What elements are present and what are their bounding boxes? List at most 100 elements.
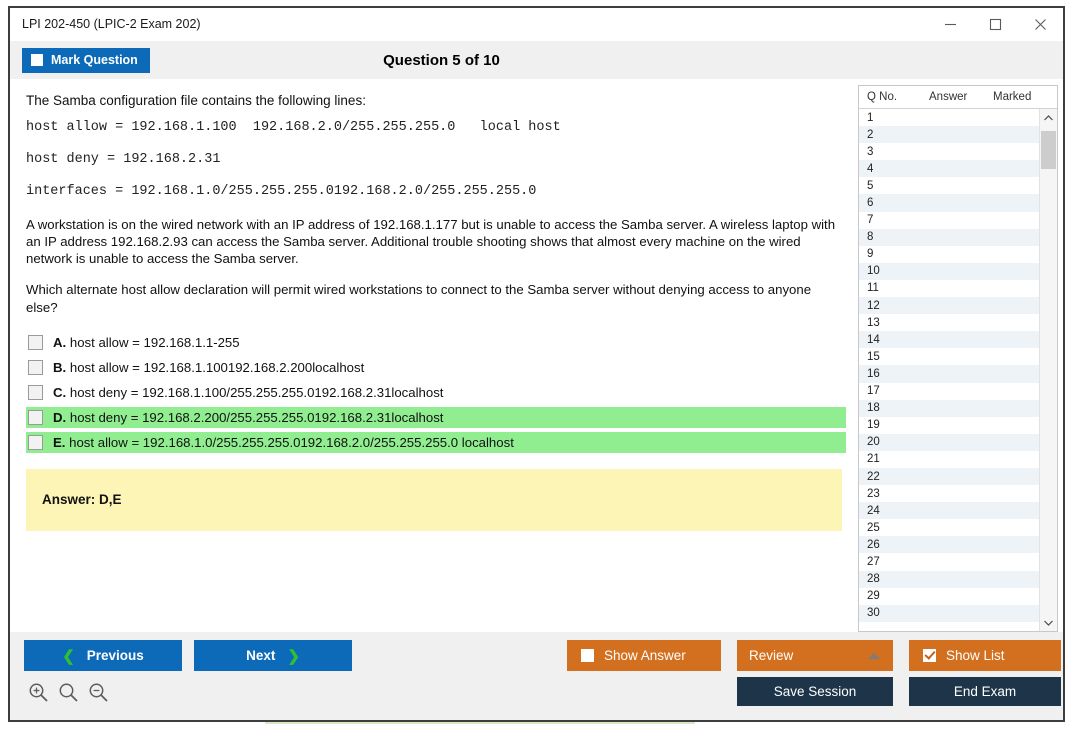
question-list-row[interactable]: 18 — [859, 400, 1039, 417]
question-list-row-number: 25 — [867, 522, 929, 534]
question-list-row[interactable]: 22 — [859, 468, 1039, 485]
mark-question-label: Mark Question — [51, 53, 138, 67]
answer-option-b[interactable]: B. host allow = 192.168.1.100192.168.2.2… — [26, 357, 846, 378]
mark-question-button[interactable]: Mark Question — [22, 48, 150, 73]
question-list-row-number: 22 — [867, 471, 929, 483]
question-list-row[interactable]: 19 — [859, 417, 1039, 434]
option-a-checkbox-icon[interactable] — [28, 335, 43, 350]
question-list-row[interactable]: 3 — [859, 143, 1039, 160]
question-list-row-number: 5 — [867, 180, 929, 192]
save-session-button[interactable]: Save Session — [737, 677, 893, 706]
question-list-row-number: 6 — [867, 197, 929, 209]
question-list-row[interactable]: 1 — [859, 109, 1039, 126]
next-button[interactable]: Next ❯ — [194, 640, 352, 671]
mark-question-checkbox-icon[interactable] — [31, 54, 43, 66]
show-list-label: Show List — [946, 648, 1005, 663]
review-dropdown[interactable]: Review — [737, 640, 893, 671]
footer-toolbar: ❮ Previous Next ❯ Show Answer Review Sho… — [10, 632, 1063, 720]
option-b-checkbox-icon[interactable] — [28, 360, 43, 375]
scroll-up-arrow-icon[interactable] — [1040, 109, 1057, 126]
option-d-body: host deny = 192.168.2.200/255.255.255.01… — [70, 410, 444, 425]
question-list-row-number: 8 — [867, 231, 929, 243]
column-header-answer: Answer — [929, 91, 993, 103]
question-progress-title: Question 5 of 10 — [0, 52, 1063, 69]
question-list-row[interactable]: 17 — [859, 383, 1039, 400]
option-c-text: C. host deny = 192.168.1.100/255.255.255… — [53, 385, 443, 400]
question-list-row[interactable]: 9 — [859, 246, 1039, 263]
zoom-toolbar — [28, 682, 109, 708]
question-list-row[interactable]: 25 — [859, 519, 1039, 536]
question-list-row[interactable]: 20 — [859, 434, 1039, 451]
show-answer-checkbox-icon[interactable] — [581, 649, 594, 662]
show-list-button[interactable]: Show List — [909, 640, 1061, 671]
question-list-row-number: 20 — [867, 436, 929, 448]
option-c-checkbox-icon[interactable] — [28, 385, 43, 400]
option-d-checkbox-icon[interactable] — [28, 410, 43, 425]
question-list-row-number: 3 — [867, 146, 929, 158]
question-list-scrollbar[interactable] — [1039, 109, 1057, 631]
question-list-row-number: 15 — [867, 351, 929, 363]
minimize-icon[interactable] — [928, 9, 973, 39]
question-list-row[interactable]: 6 — [859, 194, 1039, 211]
question-list-row[interactable]: 21 — [859, 451, 1039, 468]
question-list-row-number: 17 — [867, 385, 929, 397]
config-line-2: host deny = 192.168.2.31 — [26, 152, 846, 167]
question-list-row[interactable]: 16 — [859, 365, 1039, 382]
question-list-row[interactable]: 4 — [859, 160, 1039, 177]
question-list-row[interactable]: 13 — [859, 314, 1039, 331]
answer-reveal-box: Answer: D,E — [26, 469, 842, 531]
question-list-row-number: 21 — [867, 453, 929, 465]
question-list-row[interactable]: 7 — [859, 212, 1039, 229]
end-exam-button[interactable]: End Exam — [909, 677, 1061, 706]
zoom-in-icon[interactable] — [28, 682, 49, 708]
option-b-text: B. host allow = 192.168.1.100192.168.2.2… — [53, 360, 364, 375]
question-paragraph-2: Which alternate host allow declaration w… — [26, 281, 846, 315]
question-list-row[interactable]: 2 — [859, 126, 1039, 143]
question-list-row[interactable]: 30 — [859, 605, 1039, 622]
question-list-row[interactable]: 14 — [859, 331, 1039, 348]
question-list-row[interactable]: 26 — [859, 536, 1039, 553]
answer-option-d[interactable]: D. host deny = 192.168.2.200/255.255.255… — [26, 407, 846, 428]
question-list-row[interactable]: 23 — [859, 485, 1039, 502]
body-area: The Samba configuration file contains th… — [10, 79, 1063, 632]
question-list-row[interactable]: 12 — [859, 297, 1039, 314]
question-list-row-number: 10 — [867, 265, 929, 277]
save-session-label: Save Session — [774, 684, 857, 699]
show-list-checkbox-icon[interactable] — [923, 649, 936, 662]
previous-button[interactable]: ❮ Previous — [24, 640, 182, 671]
question-list-scroll-wrapper: 1234567891011121314151617181920212223242… — [859, 109, 1057, 631]
option-b-letter: B. — [53, 360, 66, 375]
answer-option-a[interactable]: A. host allow = 192.168.1.1-255 — [26, 332, 846, 353]
question-list-row-number: 29 — [867, 590, 929, 602]
question-list-row[interactable]: 10 — [859, 263, 1039, 280]
scrollbar-thumb[interactable] — [1041, 131, 1056, 169]
question-list-row[interactable]: 15 — [859, 348, 1039, 365]
question-list-row[interactable]: 27 — [859, 553, 1039, 570]
answer-text: Answer: D,E — [42, 492, 122, 507]
option-c-body: host deny = 192.168.1.100/255.255.255.01… — [70, 385, 444, 400]
question-list-row[interactable]: 8 — [859, 229, 1039, 246]
option-e-checkbox-icon[interactable] — [28, 435, 43, 450]
config-line-1: host allow = 192.168.1.100 192.168.2.0/2… — [26, 120, 846, 135]
question-list-row[interactable]: 28 — [859, 571, 1039, 588]
question-list-row-number: 16 — [867, 368, 929, 380]
zoom-out-icon[interactable] — [88, 682, 109, 708]
question-list-panel: Q No. Answer Marked 12345678910111213141… — [858, 85, 1058, 632]
scroll-down-arrow-icon[interactable] — [1040, 614, 1057, 631]
option-c-letter: C. — [53, 385, 66, 400]
close-icon[interactable] — [1018, 9, 1063, 39]
answer-option-c[interactable]: C. host deny = 192.168.1.100/255.255.255… — [26, 382, 846, 403]
zoom-reset-icon[interactable] — [58, 682, 79, 708]
question-list-row[interactable]: 24 — [859, 502, 1039, 519]
question-list-row-number: 12 — [867, 300, 929, 312]
maximize-icon[interactable] — [973, 9, 1018, 39]
question-list-row[interactable]: 5 — [859, 177, 1039, 194]
question-list-row-number: 28 — [867, 573, 929, 585]
question-list-header: Q No. Answer Marked — [859, 86, 1057, 109]
show-answer-button[interactable]: Show Answer — [567, 640, 721, 671]
answer-option-e[interactable]: E. host allow = 192.168.1.0/255.255.255.… — [26, 432, 846, 453]
question-list-row-number: 9 — [867, 248, 929, 260]
question-list-row-number: 14 — [867, 334, 929, 346]
question-list-row[interactable]: 11 — [859, 280, 1039, 297]
question-list-row[interactable]: 29 — [859, 588, 1039, 605]
